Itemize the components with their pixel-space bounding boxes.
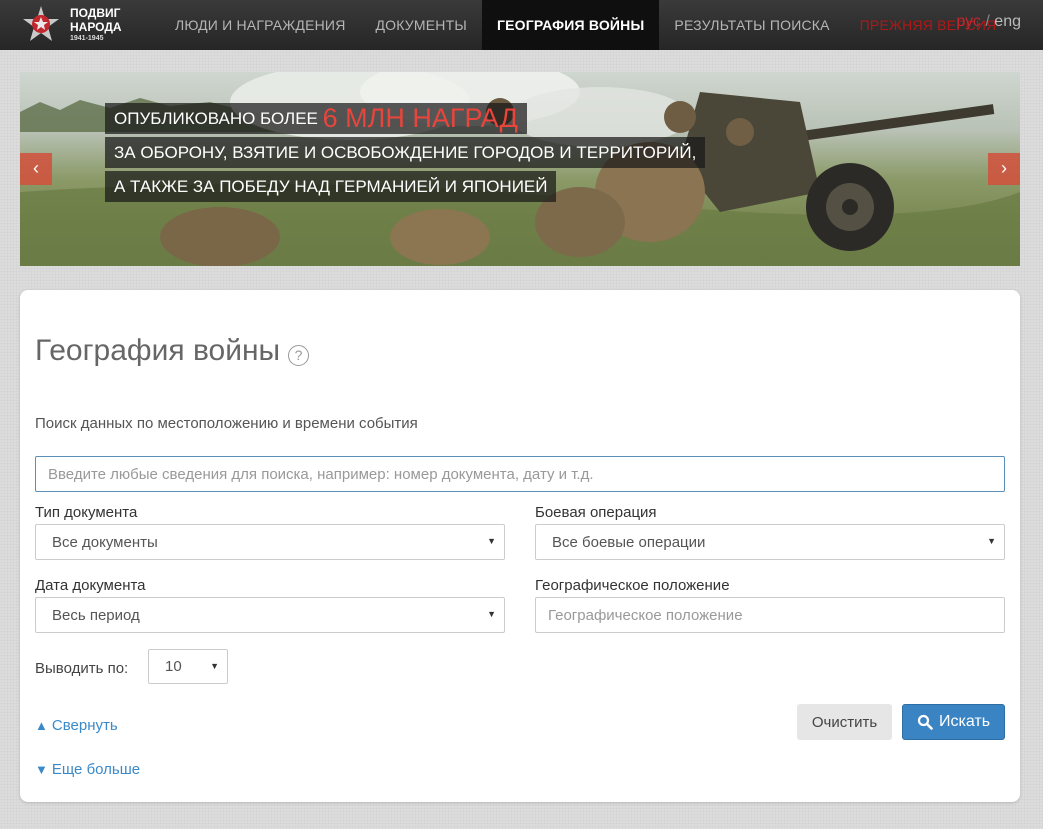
- lang-separator: /: [985, 13, 990, 30]
- site-logo[interactable]: ПОДВИГ НАРОДА 1941-1945: [20, 4, 160, 46]
- triangle-down-icon: ▼: [35, 762, 48, 777]
- banner-line-1: ОПУБЛИКОВАНО БОЛЕЕ 6 МЛН НАГРАД: [105, 103, 527, 134]
- geo-label: Географическое положение: [535, 577, 730, 594]
- nav-documents[interactable]: ДОКУМЕНТЫ: [361, 0, 482, 50]
- hero-banner: ОПУБЛИКОВАНО БОЛЕЕ 6 МЛН НАГРАД ЗА ОБОРО…: [20, 72, 1020, 266]
- geo-input[interactable]: Географическое положение: [535, 597, 1005, 633]
- search-icon: [917, 714, 933, 730]
- lang-ru-link[interactable]: рус: [956, 13, 981, 30]
- nav-search-results[interactable]: РЕЗУЛЬТАТЫ ПОИСКА: [659, 0, 844, 50]
- search-panel: География войны ? Поиск данных по местоп…: [20, 290, 1020, 802]
- banner-caption: ОПУБЛИКОВАНО БОЛЕЕ 6 МЛН НАГРАД ЗА ОБОРО…: [105, 103, 706, 205]
- date-value: Весь период: [52, 606, 140, 624]
- collapse-link-label: Свернуть: [51, 717, 118, 734]
- rows-per-page-select[interactable]: 10 ▼: [148, 649, 228, 684]
- chevron-down-icon: ▼: [487, 609, 496, 619]
- logo-years: 1941-1945: [70, 35, 104, 42]
- rows-per-page-value: 10: [165, 658, 182, 675]
- logo-text: ПОДВИГ НАРОДА 1941-1945: [70, 6, 122, 44]
- date-select[interactable]: Весь период ▼: [35, 597, 505, 633]
- search-input[interactable]: Введите любые сведения для поиска, напри…: [35, 456, 1005, 492]
- banner-highlight: 6 МЛН НАГРАД: [322, 103, 518, 133]
- doc-type-label: Тип документа: [35, 504, 138, 521]
- nav-people-awards[interactable]: ЛЮДИ И НАГРАЖДЕНИЯ: [160, 0, 361, 50]
- rows-per-page-label: Выводить по:: [35, 660, 129, 677]
- chevron-down-icon: ▼: [487, 536, 496, 546]
- date-label: Дата документа: [35, 577, 146, 594]
- logo-line-2: НАРОДА: [70, 20, 122, 34]
- triangle-up-icon: ▲: [35, 718, 48, 733]
- nav-war-geography[interactable]: ГЕОГРАФИЯ ВОЙНЫ: [481, 0, 660, 50]
- collapse-link[interactable]: ▲ Свернуть: [35, 717, 118, 734]
- page-title: География войны: [35, 334, 281, 367]
- language-switcher: рус / eng: [956, 13, 1021, 31]
- more-link-label: Еще больше: [51, 761, 141, 778]
- more-link[interactable]: ▼ Еще больше: [35, 761, 140, 778]
- help-icon[interactable]: ?: [288, 345, 309, 366]
- banner-prev-arrow[interactable]: ‹: [20, 153, 52, 185]
- operation-label: Боевая операция: [535, 504, 657, 521]
- banner-next-arrow[interactable]: ›: [988, 153, 1020, 185]
- banner-line-1-prefix: ОПУБЛИКОВАНО БОЛЕЕ: [114, 109, 318, 128]
- lang-en-link[interactable]: eng: [994, 13, 1021, 30]
- panel-subtitle: Поиск данных по местоположению и времени…: [35, 415, 418, 432]
- doc-type-select[interactable]: Все документы ▼: [35, 524, 505, 560]
- banner-line-3: А ТАКЖЕ ЗА ПОБЕДУ НАД ГЕРМАНИЕЙ И ЯПОНИЕ…: [105, 171, 557, 202]
- order-star-icon: [20, 4, 62, 46]
- search-button-label: Искать: [938, 713, 991, 730]
- chevron-down-icon: ▼: [987, 536, 996, 546]
- top-navbar: ПОДВИГ НАРОДА 1941-1945 ЛЮДИ И НАГРАЖДЕН…: [0, 0, 1043, 50]
- banner-line-2: ЗА ОБОРОНУ, ВЗЯТИЕ И ОСВОБОЖДЕНИЕ ГОРОДО…: [105, 137, 706, 168]
- logo-line-1: ПОДВИГ: [70, 6, 121, 20]
- doc-type-value: Все документы: [52, 533, 158, 551]
- main-nav: ЛЮДИ И НАГРАЖДЕНИЯ ДОКУМЕНТЫ ГЕОГРАФИЯ В…: [160, 0, 1012, 50]
- clear-button[interactable]: Очистить: [797, 704, 892, 740]
- chevron-down-icon: ▼: [210, 661, 219, 671]
- operation-select[interactable]: Все боевые операции ▼: [535, 524, 1005, 560]
- search-button[interactable]: Искать: [902, 704, 1005, 740]
- operation-value: Все боевые операции: [552, 533, 706, 551]
